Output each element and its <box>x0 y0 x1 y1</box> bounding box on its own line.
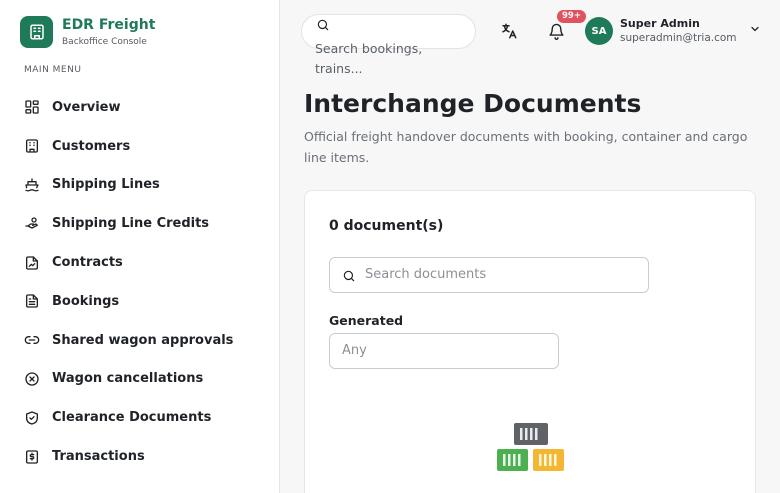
topbar: Search bookings, trains... 99+ SA Super … <box>281 0 780 80</box>
sidebar-item-label: Contracts <box>52 255 123 271</box>
building-icon <box>24 138 40 154</box>
user-menu[interactable]: SA Super Admin superadmin@tria.com <box>585 17 761 45</box>
link-icon <box>24 332 40 348</box>
brand-subtitle: Backoffice Console <box>62 36 147 47</box>
hand-coins-icon <box>24 216 40 232</box>
sidebar-item-label: Shared wagon approvals <box>52 332 234 348</box>
sidebar-item-label: Bookings <box>52 293 120 309</box>
search-icon <box>316 17 330 36</box>
sidebar-item-wagon-cancellations[interactable]: Wagon cancellations <box>24 360 264 399</box>
notification-badge: 99+ <box>557 10 586 23</box>
sidebar-item-label: Wagon cancellations <box>52 371 204 387</box>
sidebar-item-shared-wagon-approvals[interactable]: Shared wagon approvals <box>24 321 264 360</box>
sidebar-item-label: Shipping Lines <box>52 177 160 193</box>
translate-icon <box>500 22 518 44</box>
file-signature-icon <box>24 255 40 271</box>
sidebar-item-label: Transactions <box>52 449 145 465</box>
search-icon <box>342 268 356 287</box>
notifications-button[interactable] <box>545 22 567 44</box>
global-search-input[interactable]: Search bookings, trains... <box>301 14 476 76</box>
dashboard-grid-icon <box>24 99 40 115</box>
page-title: Interchange Documents <box>304 89 642 118</box>
building-icon <box>20 16 53 48</box>
documents-card: 0 document(s) Search documents Generated… <box>304 190 756 493</box>
sidebar-item-customers[interactable]: Customers <box>24 127 264 166</box>
avatar: SA <box>585 17 613 45</box>
sidebar-item-clearance-documents[interactable]: Clearance Documents <box>24 398 264 437</box>
sidebar-item-label: Clearance Documents <box>52 410 212 426</box>
sidebar-item-contracts[interactable]: Contracts <box>24 243 264 282</box>
sidebar-item-label: Shipping Line Credits <box>52 216 210 232</box>
menu-heading: MAIN MENU <box>24 65 82 75</box>
chevron-down-icon <box>749 20 761 39</box>
document-search-placeholder: Search documents <box>365 267 487 282</box>
file-text-icon <box>24 293 40 309</box>
bell-icon <box>548 23 565 44</box>
sidebar-item-shipping-lines[interactable]: Shipping Lines <box>24 166 264 205</box>
brand-name: EDR Freight <box>62 16 156 33</box>
generated-filter-value: Any <box>342 343 367 358</box>
language-button[interactable] <box>498 22 520 44</box>
generated-filter-select[interactable]: Any <box>329 333 559 369</box>
sidebar-item-shipping-line-credits[interactable]: Shipping Line Credits <box>24 204 264 243</box>
generated-filter-label: Generated <box>329 313 404 328</box>
sidebar-item-label: Overview <box>52 99 121 115</box>
global-search-placeholder: Search bookings, trains... <box>315 41 423 76</box>
main-menu: Overview Customers Shipping Lines Shippi… <box>24 88 264 476</box>
document-search-input[interactable]: Search documents <box>329 257 649 293</box>
user-name: Super Admin <box>620 17 700 30</box>
sidebar-item-transactions[interactable]: Transactions <box>24 437 264 476</box>
containers-illustration <box>496 421 566 477</box>
sidebar: EDR Freight Backoffice Console MAIN MENU… <box>0 0 280 493</box>
document-count: 0 document(s) <box>329 218 444 234</box>
user-email: superadmin@tria.com <box>620 32 737 44</box>
circle-x-icon <box>24 371 40 387</box>
sidebar-item-bookings[interactable]: Bookings <box>24 282 264 321</box>
page-subtitle: Official freight handover documents with… <box>304 129 748 165</box>
sidebar-item-overview[interactable]: Overview <box>24 88 264 127</box>
sidebar-item-label: Customers <box>52 138 131 154</box>
ship-icon <box>24 177 40 193</box>
receipt-dollar-icon <box>24 449 40 465</box>
brand[interactable]: EDR Freight Backoffice Console <box>20 16 155 48</box>
shield-check-icon <box>24 410 40 426</box>
